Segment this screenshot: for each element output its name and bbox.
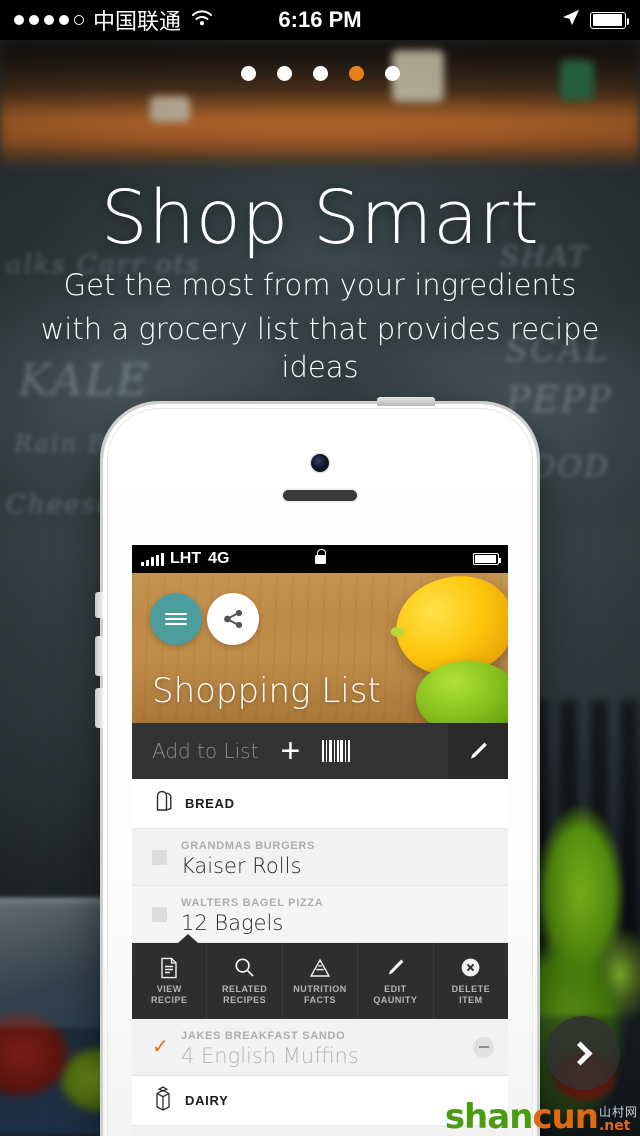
hero-title: Shopping List — [152, 671, 381, 711]
action-edit-quantity[interactable]: EDIT QAUNITY — [358, 943, 434, 1019]
phone-mockup: LHT 4G Shopping List Add to List + BREAD… — [95, 397, 537, 1136]
item-text: JAKES BREAKFAST SANDO 4 English Muffins — [181, 1026, 359, 1069]
phone-screen: LHT 4G Shopping List Add to List + BREAD… — [132, 545, 508, 1136]
shopping-list-hero: Shopping List — [132, 573, 508, 723]
item-checkmark-icon[interactable]: ✓ — [152, 1037, 169, 1057]
page-dot-2[interactable] — [276, 66, 292, 81]
status-bar-left: 中国联通 — [14, 4, 214, 36]
action-view-recipe[interactable]: VIEW RECIPE — [132, 943, 208, 1019]
hero-buttons — [150, 593, 259, 645]
action-label-line2: ITEM — [459, 994, 483, 1005]
action-nutrition-facts[interactable]: NUTRITION FACTS — [283, 943, 359, 1019]
signal-dot — [74, 15, 84, 25]
milk-carton-icon — [152, 1085, 174, 1116]
item-text: WALTERS BAGEL PIZZA 12 Bagels — [181, 893, 323, 936]
signal-dot — [29, 15, 39, 25]
hamburger-menu-icon[interactable] — [150, 593, 202, 645]
minus-circle-icon[interactable] — [473, 1036, 494, 1058]
watermark-text: shancun — [444, 1097, 599, 1136]
action-label-line2: RECIPES — [223, 994, 267, 1005]
action-label-line2: FACTS — [304, 994, 337, 1005]
watermark-logo: shancun 山村网 .net — [445, 1100, 638, 1134]
phone-power-button[interactable] — [377, 397, 435, 406]
location-arrow-icon — [561, 8, 580, 33]
plus-icon[interactable]: + — [280, 734, 300, 768]
barcode-icon[interactable] — [322, 740, 350, 762]
item-checkbox[interactable] — [152, 906, 167, 922]
page-dot-4-active[interactable] — [348, 66, 364, 81]
page-indicator[interactable] — [0, 66, 640, 81]
list-item[interactable]: GRANDMAS BURGERS Kaiser Rolls — [132, 829, 508, 886]
onboarding-headline: Shop Smart Get the most from your ingred… — [0, 176, 640, 386]
next-button[interactable] — [546, 1016, 620, 1090]
item-text: GRANDMAS BURGERS Kaiser Rolls — [181, 836, 315, 879]
add-to-list-bar: Add to List + — [132, 723, 508, 779]
battery-icon — [590, 11, 629, 29]
share-icon[interactable] — [207, 593, 259, 645]
watermark-part1: shan — [444, 1097, 534, 1136]
watermark-net: .net — [598, 1118, 631, 1134]
magnifier-icon — [234, 957, 255, 979]
signal-dot — [59, 15, 69, 25]
category-header-bread[interactable]: BREAD — [132, 779, 508, 829]
earpiece-speaker — [283, 490, 357, 501]
front-camera — [311, 454, 329, 472]
item-checkbox[interactable] — [152, 849, 167, 865]
pencil-icon — [471, 742, 487, 759]
shopping-list: BREAD GRANDMAS BURGERS Kaiser Rolls WALT… — [132, 779, 508, 1136]
item-name: 4 English Muffins — [181, 1043, 359, 1068]
signal-dot — [14, 15, 24, 25]
add-to-list-input[interactable]: Add to List — [152, 739, 258, 763]
page-title: Shop Smart — [100, 175, 540, 261]
item-recipe-label: WALTERS BAGEL PIZZA — [181, 896, 324, 909]
edit-list-button[interactable] — [448, 723, 508, 779]
phone-volume-down-button[interactable] — [95, 688, 103, 728]
page-subtitle-line1: Get the most from your ingredients — [63, 268, 577, 302]
app-status-bar: LHT 4G — [132, 545, 508, 573]
watermark-tail: 山村网 .net — [599, 1106, 638, 1134]
action-delete-item[interactable]: DELETE ITEM — [434, 943, 508, 1019]
page-dot-3[interactable] — [312, 66, 328, 81]
action-label-line1: VIEW — [156, 983, 182, 994]
item-action-bar: VIEW RECIPE RELATED RECIPES NUTRITION FA… — [132, 934, 508, 1019]
phone-mute-switch[interactable] — [95, 592, 103, 618]
category-label: DAIRY — [185, 1093, 229, 1108]
action-related-recipes[interactable]: RELATED RECIPES — [207, 943, 283, 1019]
item-text: IN 2 RECIPES Milk — [181, 1133, 261, 1136]
action-label-line1: EDIT — [384, 983, 407, 994]
action-label-line1: DELETE — [451, 983, 491, 994]
page-subtitle-line2: with a grocery list that provides recipe… — [40, 312, 600, 384]
chevron-right-icon — [568, 1040, 593, 1066]
action-label-line2: RECIPE — [150, 994, 188, 1005]
delete-circle-icon — [460, 957, 481, 979]
status-bar-right — [561, 8, 629, 33]
page-dot-5[interactable] — [384, 66, 400, 81]
item-recipe-label: JAKES BREAKFAST SANDO — [181, 1029, 346, 1042]
lock-icon — [132, 549, 508, 568]
wifi-icon — [190, 8, 214, 32]
watermark-part2: cun — [532, 1097, 599, 1136]
item-name: 12 Bagels — [181, 910, 284, 935]
signal-strength-dots — [14, 15, 84, 25]
phone-volume-up-button[interactable] — [95, 636, 103, 676]
document-icon — [160, 957, 178, 979]
status-bar: 中国联通 6:16 PM — [0, 0, 640, 40]
pencil-icon — [385, 957, 406, 979]
bread-slice-icon — [152, 789, 174, 818]
page-dot-1[interactable] — [240, 66, 256, 81]
signal-dot — [44, 15, 54, 25]
carrier-label: 中国联通 — [93, 9, 182, 34]
action-label-line1: RELATED — [221, 983, 268, 994]
item-recipe-label: GRANDMAS BURGERS — [181, 839, 316, 852]
item-accessory — [473, 1036, 494, 1058]
action-label-line1: NUTRITION — [293, 983, 347, 994]
category-label: BREAD — [185, 796, 235, 811]
app-battery-icon — [473, 553, 501, 565]
nutrition-pyramid-icon — [309, 957, 331, 979]
action-label-line2: QAUNITY — [373, 994, 418, 1005]
list-item[interactable]: ✓ JAKES BREAKFAST SANDO 4 English Muffin… — [132, 1019, 508, 1076]
item-name: Kaiser Rolls — [181, 853, 302, 878]
